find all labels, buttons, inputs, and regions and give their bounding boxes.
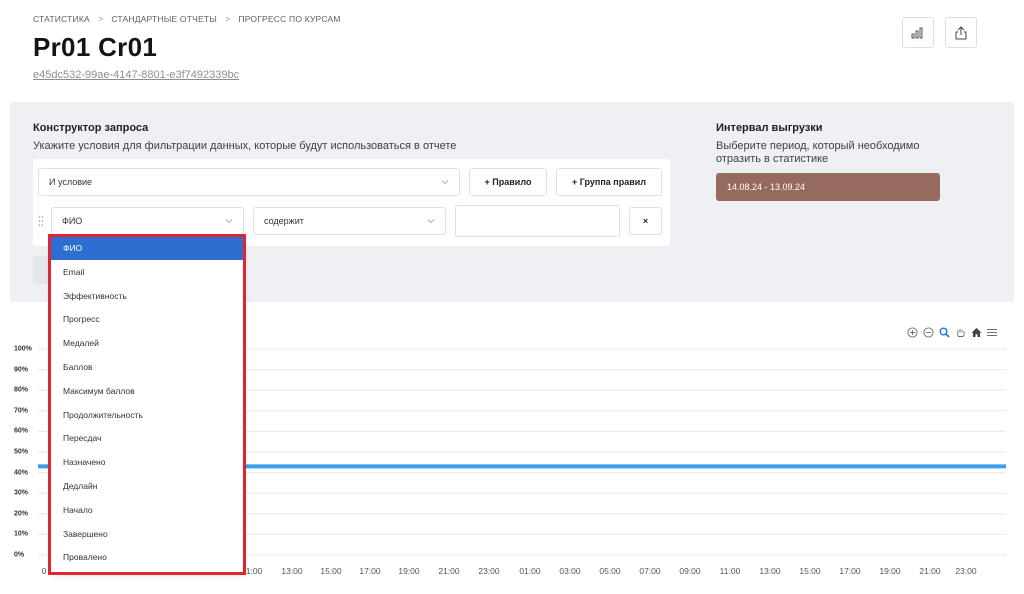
zoom-in-icon[interactable] xyxy=(906,326,918,338)
chart-view-button[interactable] xyxy=(902,17,934,48)
interval-subtitle-line1: Выберите период, который необходимо xyxy=(716,140,920,152)
x-tick-label: 19:00 xyxy=(398,566,420,576)
remove-rule-button[interactable]: × xyxy=(629,207,662,235)
breadcrumb: СТАТИСТИКА > СТАНДАРТНЫЕ ОТЧЕТЫ > ПРОГРЕ… xyxy=(33,14,341,24)
condition-select-value: И условие xyxy=(49,177,93,187)
interval-subtitle-line2: отразить в статистике xyxy=(716,153,829,165)
dropdown-option[interactable]: Продолжительность xyxy=(51,403,244,427)
dropdown-option[interactable]: Завершено xyxy=(51,522,244,546)
rule-value-input[interactable] xyxy=(455,205,620,237)
query-builder-title: Конструктор запроса xyxy=(33,122,149,134)
x-tick-label: 01:00 xyxy=(519,566,541,576)
x-tick-label: 07:00 xyxy=(639,566,661,576)
x-tick-label: 23:00 xyxy=(955,566,977,576)
breadcrumb-separator-icon: > xyxy=(224,14,231,24)
x-tick-label: 19:00 xyxy=(879,566,901,576)
share-icon xyxy=(955,25,967,39)
y-tick-label: 100% xyxy=(14,345,32,353)
field-select[interactable]: ФИО xyxy=(51,207,244,235)
dropdown-option[interactable]: Email xyxy=(51,260,244,284)
y-tick-label: 70% xyxy=(14,407,29,415)
breadcrumb-standard-reports[interactable]: СТАНДАРТНЫЕ ОТЧЕТЫ xyxy=(111,14,217,24)
interval-value: 14.08.24 - 13.09.24 xyxy=(727,182,806,192)
interval-picker[interactable]: 14.08.24 - 13.09.24 xyxy=(716,173,940,201)
chevron-down-icon xyxy=(225,219,233,224)
x-tick-label: 21:00 xyxy=(438,566,460,576)
y-tick-label: 40% xyxy=(14,469,29,477)
x-tick-label: 09:00 xyxy=(679,566,701,576)
dropdown-option[interactable]: ФИО xyxy=(51,236,244,260)
dropdown-option[interactable]: Назначено xyxy=(51,450,244,474)
chevron-down-icon xyxy=(427,219,435,224)
condition-select[interactable]: И условие xyxy=(38,168,460,196)
x-tick-label: 1:00 xyxy=(245,566,263,576)
dropdown-option[interactable]: Начало xyxy=(51,498,244,522)
y-tick-label: 80% xyxy=(14,386,29,394)
add-rule-button[interactable]: + Правило xyxy=(469,168,547,196)
drag-handle-icon[interactable] xyxy=(38,215,44,227)
x-tick-label: 05:00 xyxy=(599,566,621,576)
y-tick-label: 20% xyxy=(14,510,29,518)
x-tick-label: 11:00 xyxy=(719,566,741,576)
magnify-icon[interactable] xyxy=(938,326,950,338)
x-tick-label: 17:00 xyxy=(359,566,381,576)
x-tick-label: 23:00 xyxy=(478,566,500,576)
y-tick-label: 60% xyxy=(14,427,29,435)
chevron-down-icon xyxy=(441,180,449,185)
dropdown-option[interactable]: Эффективность xyxy=(51,284,244,308)
y-tick-label: 90% xyxy=(14,366,29,374)
dropdown-option[interactable]: Пересдач xyxy=(51,426,244,450)
operator-select-value: содержит xyxy=(264,216,304,226)
x-tick-label: 13:00 xyxy=(281,566,303,576)
y-tick-label: 50% xyxy=(14,448,29,456)
apply-button[interactable] xyxy=(33,256,51,284)
page-title: Pr01 Cr01 xyxy=(33,32,158,62)
x-tick-label: 03:00 xyxy=(559,566,581,576)
breadcrumb-separator-icon: > xyxy=(97,14,104,24)
x-tick-label: 15:00 xyxy=(799,566,821,576)
breadcrumb-statistics[interactable]: СТАТИСТИКА xyxy=(33,14,90,24)
x-tick-label: 0 xyxy=(41,566,47,576)
zoom-out-icon[interactable] xyxy=(922,326,934,338)
x-tick-label: 21:00 xyxy=(919,566,941,576)
dropdown-option[interactable]: Максимум баллов xyxy=(51,379,244,403)
export-button[interactable] xyxy=(945,17,977,48)
dropdown-option[interactable]: Прогресс xyxy=(51,307,244,331)
home-icon[interactable] xyxy=(970,326,982,338)
dropdown-option[interactable]: Баллов xyxy=(51,355,244,379)
interval-title: Интервал выгрузки xyxy=(716,122,823,134)
y-tick-label: 30% xyxy=(14,489,29,497)
chart-toolbar xyxy=(906,326,998,338)
y-tick-label: 10% xyxy=(14,530,29,538)
x-tick-label: 15:00 xyxy=(320,566,342,576)
pan-hand-icon[interactable] xyxy=(954,326,966,338)
bar-chart-icon xyxy=(911,27,923,38)
add-group-button[interactable]: + Группа правил xyxy=(556,168,662,196)
y-tick-label: 0% xyxy=(14,551,25,559)
breadcrumb-course-progress: ПРОГРЕСС ПО КУРСАМ xyxy=(238,14,341,24)
field-dropdown-menu: ФИО Email Эффективность Прогресс Медалей Балл… xyxy=(51,236,244,573)
dropdown-option[interactable]: Провалено xyxy=(51,545,244,569)
x-tick-label: 13:00 xyxy=(759,566,781,576)
dropdown-option[interactable]: Медалей xyxy=(51,331,244,355)
menu-icon[interactable] xyxy=(986,326,998,338)
operator-select[interactable]: содержит xyxy=(253,207,446,235)
dropdown-option[interactable]: Дедлайн xyxy=(51,474,244,498)
field-select-value: ФИО xyxy=(62,216,83,226)
page-id-link[interactable]: e45dc532-99ae-4147-8801-e3f7492339bc xyxy=(33,69,239,81)
x-tick-label: 17:00 xyxy=(839,566,861,576)
query-builder-subtitle: Укажите условия для фильтрации данных, к… xyxy=(33,140,457,152)
